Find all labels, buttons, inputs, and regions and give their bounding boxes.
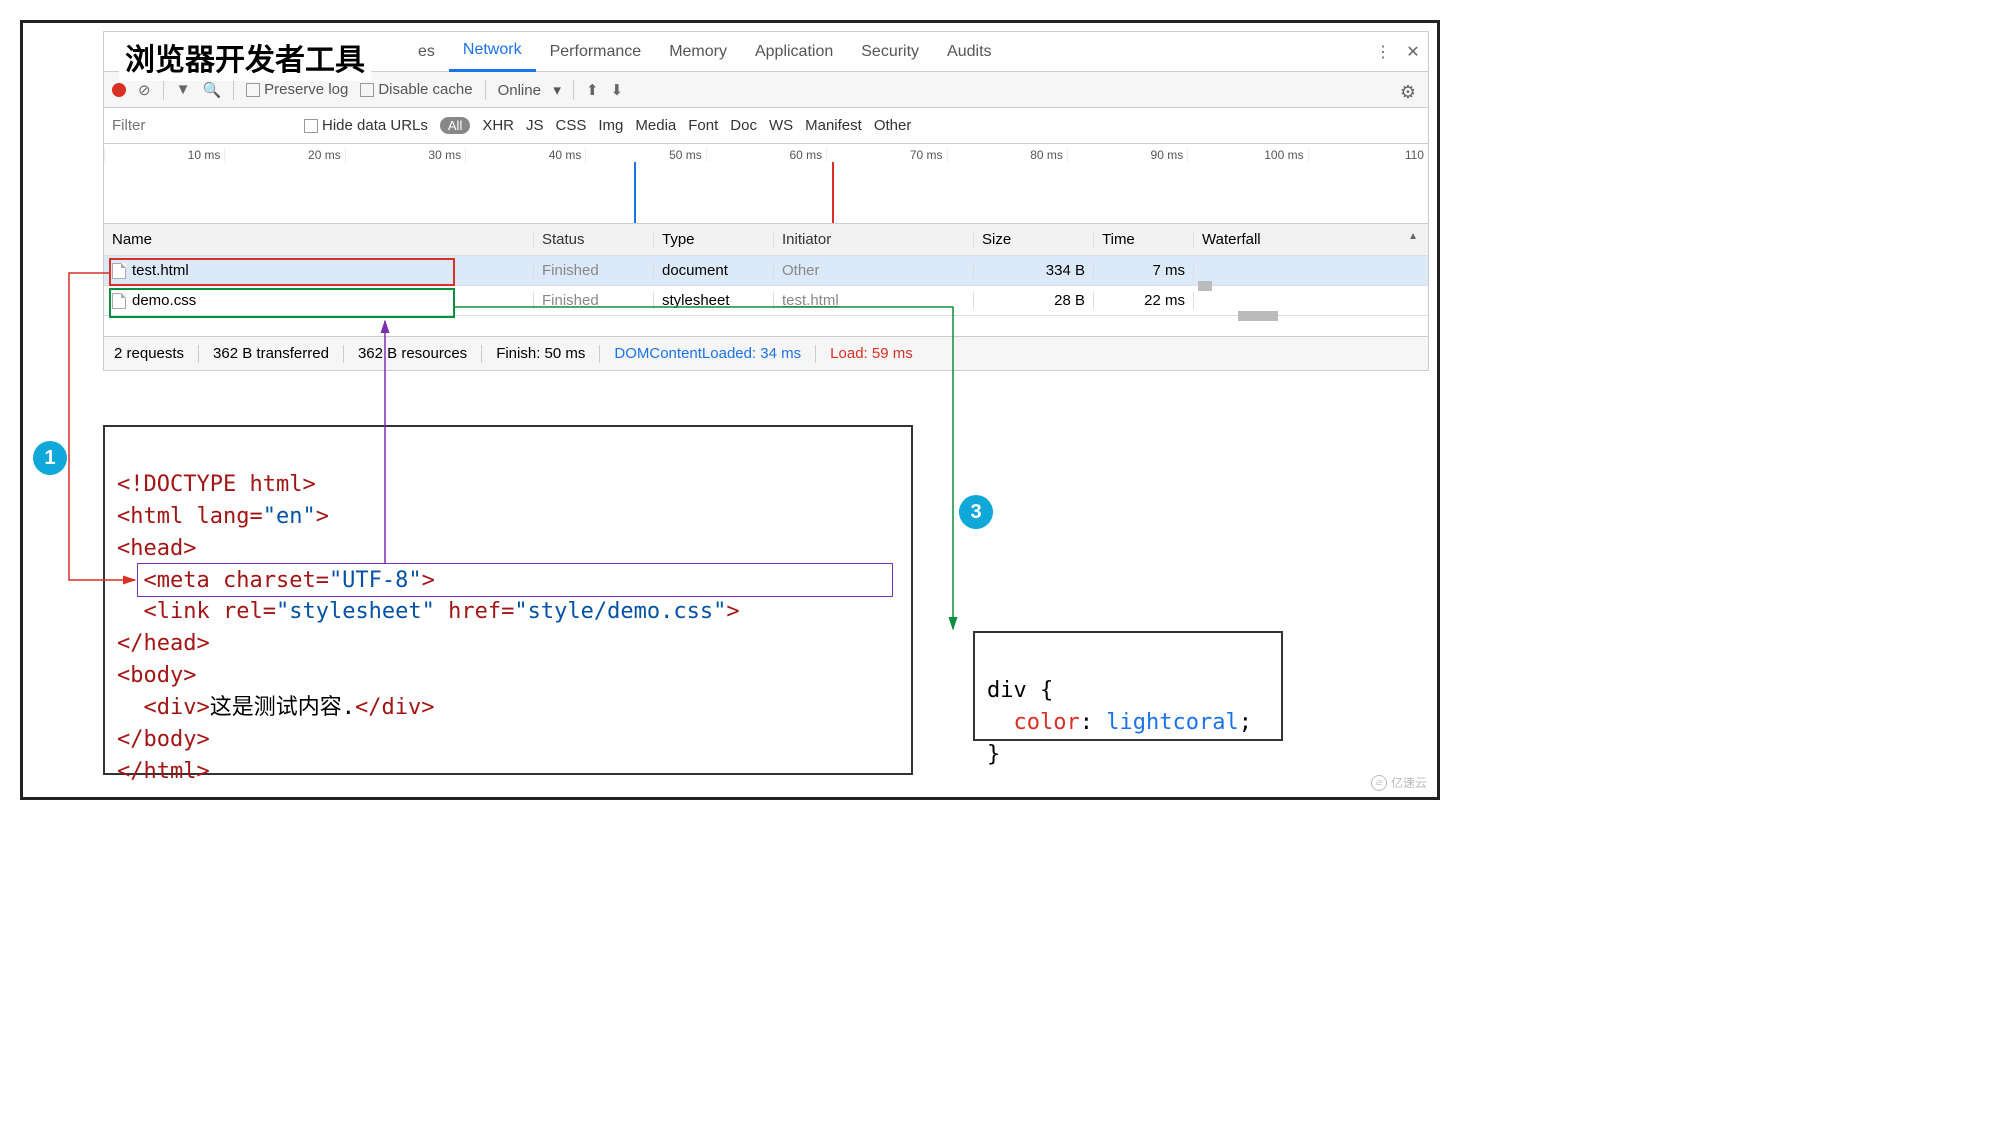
search-icon[interactable]: 🔍 <box>202 81 221 99</box>
hide-data-urls-label: Hide data URLs <box>322 117 428 134</box>
cell-initiator: Other <box>774 262 974 279</box>
watermark: ㄹ亿速云 <box>1371 774 1427 791</box>
record-icon[interactable] <box>112 83 126 97</box>
tick: 80 ms <box>947 148 1067 162</box>
disable-cache-toggle[interactable]: Disable cache <box>360 81 472 98</box>
download-icon[interactable]: ⬇ <box>611 81 624 99</box>
cell-time: 22 ms <box>1094 292 1194 309</box>
badge-3: 3 <box>959 495 993 529</box>
tick: 70 ms <box>826 148 946 162</box>
filter-bar: Hide data URLs All XHR JS CSS Img Media … <box>104 108 1428 144</box>
cell-type: stylesheet <box>654 292 774 309</box>
col-initiator[interactable]: Initiator <box>774 231 974 248</box>
filter-other[interactable]: Other <box>874 117 912 134</box>
col-status[interactable]: Status <box>534 231 654 248</box>
badge-1: 1 <box>33 441 67 475</box>
filter-all[interactable]: All <box>440 117 470 134</box>
cell-type: document <box>654 262 774 279</box>
col-name[interactable]: Name <box>104 231 534 248</box>
highlight-row-2 <box>109 288 455 318</box>
timeline-overview[interactable]: 10 ms 20 ms 30 ms 40 ms 50 ms 60 ms 70 m… <box>104 144 1428 224</box>
summary-bar: 2 requests 362 B transferred 362 B resou… <box>104 336 1428 370</box>
filter-ws[interactable]: WS <box>769 117 793 134</box>
summary-dcl: DOMContentLoaded: 34 ms <box>614 345 801 362</box>
filter-js[interactable]: JS <box>526 117 544 134</box>
css-code-box: div { color: lightcoral; } <box>973 631 1283 741</box>
tab-performance[interactable]: Performance <box>536 32 656 72</box>
gear-icon[interactable]: ⚙ <box>1400 82 1416 103</box>
tick: 40 ms <box>465 148 585 162</box>
filter-doc[interactable]: Doc <box>730 117 757 134</box>
summary-load: Load: 59 ms <box>830 345 913 362</box>
filter-icon[interactable]: ▼ <box>176 81 191 98</box>
col-time[interactable]: Time <box>1094 231 1194 248</box>
filter-img[interactable]: Img <box>598 117 623 134</box>
filter-xhr[interactable]: XHR <box>482 117 514 134</box>
col-type[interactable]: Type <box>654 231 774 248</box>
tick: 60 ms <box>706 148 826 162</box>
html-code-box: <!DOCTYPE html> <html lang="en"> <head> … <box>103 425 913 775</box>
highlight-row-1 <box>109 258 455 286</box>
tick: 50 ms <box>585 148 705 162</box>
tab-security[interactable]: Security <box>847 32 933 72</box>
col-size[interactable]: Size <box>974 231 1094 248</box>
preserve-log-label: Preserve log <box>264 81 348 98</box>
filter-manifest[interactable]: Manifest <box>805 117 862 134</box>
summary-finish: Finish: 50 ms <box>496 345 585 362</box>
cell-size: 334 B <box>974 262 1094 279</box>
cell-status: Finished <box>534 262 654 279</box>
disable-cache-label: Disable cache <box>378 81 472 98</box>
grid-header: Name Status Type Initiator Size Time Wat… <box>104 224 1428 256</box>
summary-transferred: 362 B transferred <box>213 345 329 362</box>
tick: 20 ms <box>224 148 344 162</box>
tick: 30 ms <box>345 148 465 162</box>
filter-css[interactable]: CSS <box>556 117 587 134</box>
throttle-select[interactable]: Online ▾ <box>498 81 561 99</box>
upload-icon[interactable]: ⬆ <box>586 81 599 99</box>
summary-resources: 362 B resources <box>358 345 467 362</box>
cell-time: 7 ms <box>1094 262 1194 279</box>
tab-sources[interactable]: es <box>404 32 449 72</box>
load-marker <box>832 162 834 223</box>
hide-data-urls-toggle[interactable]: Hide data URLs <box>304 117 428 134</box>
devtools-panel: es Network Performance Memory Applicatio… <box>103 31 1429 371</box>
tick: 100 ms <box>1187 148 1307 162</box>
page-title: 浏览器开发者工具 <box>119 33 371 81</box>
filter-media[interactable]: Media <box>635 117 676 134</box>
preserve-log-toggle[interactable]: Preserve log <box>246 81 348 98</box>
cell-size: 28 B <box>974 292 1094 309</box>
tick: 10 ms <box>104 148 224 162</box>
tab-audits[interactable]: Audits <box>933 32 1005 72</box>
tick: 90 ms <box>1067 148 1187 162</box>
dcl-marker <box>634 162 636 223</box>
filter-input[interactable] <box>112 117 292 134</box>
clear-icon[interactable]: ⊘ <box>138 81 151 99</box>
close-icon[interactable]: ✕ <box>1398 42 1428 62</box>
kebab-icon[interactable]: ⋮ <box>1368 42 1398 62</box>
tick: 110 <box>1308 148 1428 162</box>
highlight-link-tag <box>137 563 893 597</box>
summary-requests: 2 requests <box>114 345 184 362</box>
cell-initiator: test.html <box>774 292 974 309</box>
cell-status: Finished <box>534 292 654 309</box>
col-waterfall[interactable]: Waterfall ▲ <box>1194 231 1428 248</box>
tab-memory[interactable]: Memory <box>655 32 741 72</box>
tab-network[interactable]: Network <box>449 32 536 72</box>
filter-font[interactable]: Font <box>688 117 718 134</box>
tab-application[interactable]: Application <box>741 32 847 72</box>
